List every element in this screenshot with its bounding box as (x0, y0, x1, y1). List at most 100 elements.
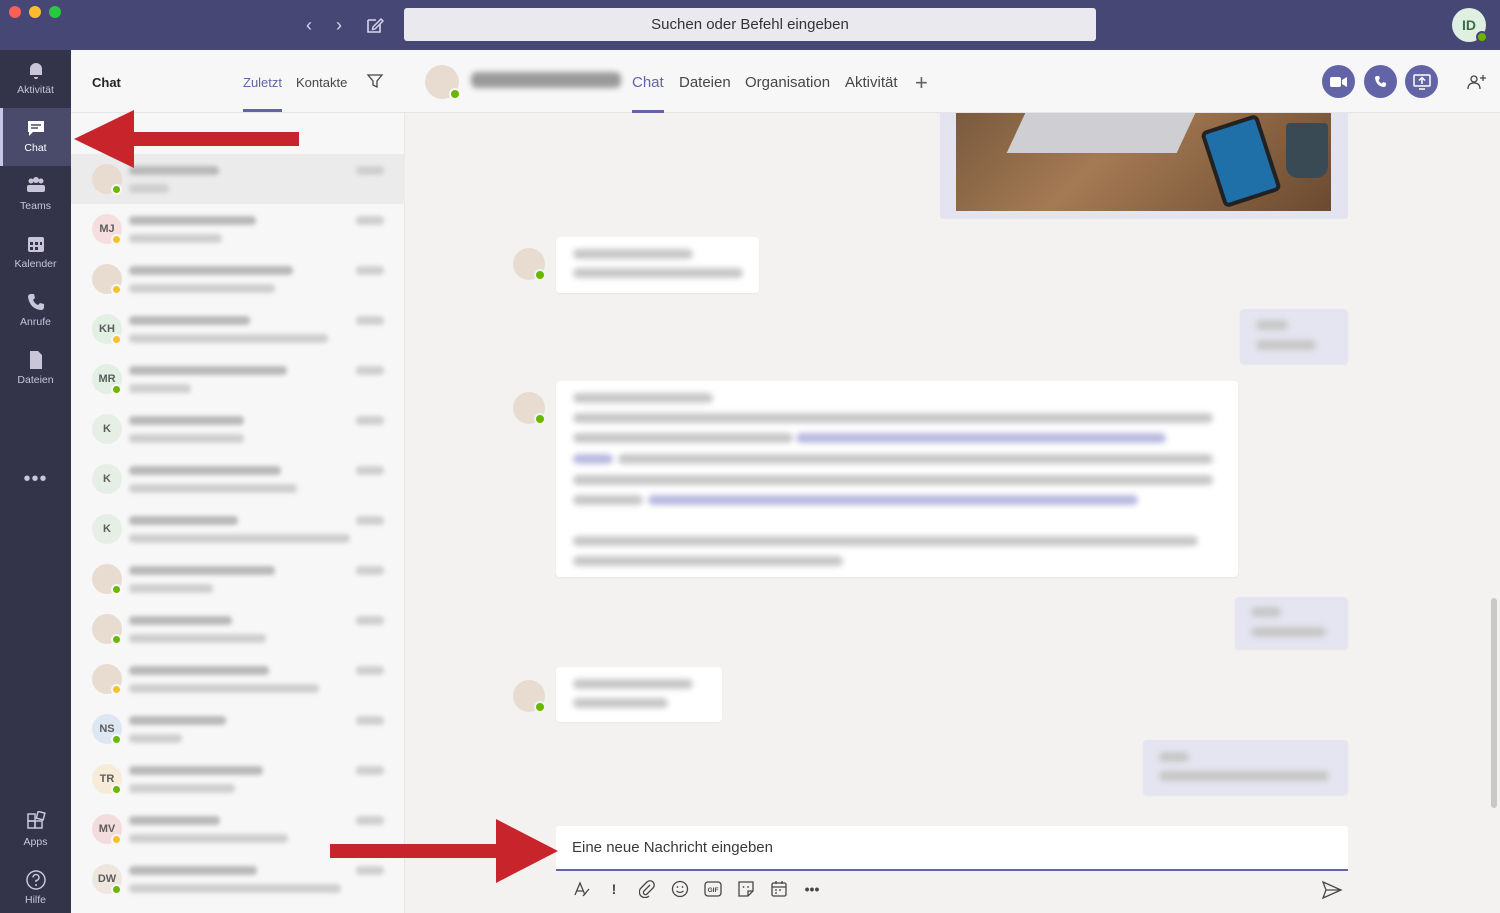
message-avatar[interactable] (513, 392, 546, 425)
message-avatar[interactable] (513, 680, 546, 713)
shared-image-message[interactable] (940, 113, 1348, 219)
contact-name-blurred (129, 816, 220, 825)
chat-list-pane: Chat Zuletzt Kontakte MJ KH MR K K K NS TR MV DW (71, 50, 405, 913)
more-options-icon[interactable]: ••• (801, 878, 823, 900)
rail-item-files[interactable]: Dateien (0, 340, 71, 398)
presence-status-icon (111, 384, 122, 395)
presence-status-icon (111, 834, 122, 845)
message-avatar[interactable] (513, 248, 546, 281)
video-camera-icon (1330, 76, 1347, 87)
timestamp-blurred (356, 266, 384, 275)
audio-call-button[interactable] (1364, 65, 1397, 98)
tab-recent[interactable]: Zuletzt (243, 75, 283, 112)
presence-status-icon (111, 884, 122, 895)
rail-item-label: Dateien (17, 374, 54, 386)
rail-item-help[interactable]: Hilfe (0, 860, 71, 913)
app-rail: Aktivität Chat Teams Kalender Anrufe Dat… (0, 50, 71, 913)
contact-name-blurred (129, 716, 226, 725)
tab-files[interactable]: Dateien (679, 74, 731, 91)
presence-status-icon (111, 234, 122, 245)
rail-item-chat[interactable]: Chat (0, 108, 71, 166)
send-icon[interactable] (1321, 879, 1343, 901)
more-apps-icon[interactable]: ••• (0, 468, 71, 491)
contact-name-blurred (129, 616, 232, 625)
chat-list-item[interactable] (71, 554, 405, 604)
rail-item-apps[interactable]: Apps (0, 802, 71, 860)
rail-item-teams[interactable]: Teams (0, 166, 71, 224)
chat-list-item[interactable]: TR (71, 754, 405, 804)
forward-chevron-icon[interactable]: › (328, 14, 350, 36)
message-preview-blurred (129, 334, 328, 343)
message-bubble (556, 667, 722, 722)
tab-chat[interactable]: Chat (632, 74, 664, 113)
user-avatar[interactable]: ID (1452, 8, 1488, 43)
own-message-bubble (1143, 740, 1348, 795)
shared-image[interactable] (956, 113, 1331, 211)
rail-item-label: Hilfe (24, 894, 46, 906)
format-icon[interactable] (570, 878, 592, 900)
message-preview-blurred (129, 484, 297, 493)
timestamp-blurred (356, 466, 384, 475)
add-tab-icon[interactable]: + (915, 70, 928, 96)
close-window-button[interactable] (9, 6, 21, 18)
chat-list-item[interactable] (71, 254, 405, 304)
chat-list-item[interactable]: K (71, 404, 405, 454)
presence-status-icon (111, 684, 122, 695)
chat-list-item[interactable] (71, 604, 405, 654)
new-chat-icon[interactable] (364, 14, 386, 36)
message-preview-blurred (129, 784, 235, 793)
presence-status-icon (111, 584, 122, 595)
own-message-bubble (1235, 597, 1348, 649)
chat-list-item[interactable]: MJ (71, 204, 405, 254)
message-preview-blurred (129, 184, 169, 193)
presence-status-icon (1476, 31, 1488, 43)
chat-list-item[interactable]: MR (71, 354, 405, 404)
rail-item-activity[interactable]: Aktivität (0, 50, 71, 108)
message-bubble (556, 381, 1238, 577)
back-chevron-icon[interactable]: ‹ (298, 14, 320, 36)
chat-list-item[interactable]: NS (71, 704, 405, 754)
video-call-button[interactable] (1322, 65, 1355, 98)
priority-icon[interactable]: ! (603, 878, 625, 900)
message-preview-blurred (129, 534, 350, 543)
scrollbar[interactable] (1491, 598, 1497, 808)
filter-icon[interactable] (366, 72, 384, 90)
chat-list-item[interactable]: K (71, 504, 405, 554)
sticker-icon[interactable] (735, 878, 757, 900)
search-input[interactable]: Suchen oder Befehl eingeben (404, 8, 1096, 41)
minimize-window-button[interactable] (29, 6, 41, 18)
contact-name-blurred (129, 216, 256, 225)
compose-box[interactable] (556, 826, 1348, 871)
screen-share-button[interactable] (1405, 65, 1438, 98)
presence-status-icon (111, 734, 122, 745)
tab-activity[interactable]: Aktivität (845, 74, 898, 91)
rail-item-label: Aktivität (17, 84, 54, 96)
message-input[interactable] (572, 839, 1312, 856)
timestamp-blurred (356, 766, 384, 775)
schedule-meeting-icon[interactable] (768, 878, 790, 900)
add-people-icon[interactable] (1467, 72, 1487, 92)
contact-name-blurred (129, 316, 250, 325)
timestamp-blurred (356, 166, 384, 175)
chat-list-item[interactable]: K (71, 454, 405, 504)
rail-item-label: Anrufe (20, 316, 51, 328)
rail-item-calendar[interactable]: Kalender (0, 224, 71, 282)
avatar: K (92, 464, 122, 494)
chat-list-item[interactable]: KH (71, 304, 405, 354)
gif-icon[interactable]: GIF (702, 878, 724, 900)
compose-toolbar: ! GIF ••• (570, 878, 823, 902)
presence-status-icon (449, 88, 461, 100)
presence-status-icon (111, 184, 122, 195)
rail-item-label: Apps (23, 836, 48, 848)
conversation-header: Chat Dateien Organisation Aktivität + (405, 50, 1500, 113)
tab-organisation[interactable]: Organisation (745, 74, 830, 91)
tab-contacts[interactable]: Kontakte (296, 75, 347, 90)
message-preview-blurred (129, 684, 319, 693)
attach-icon[interactable] (636, 878, 658, 900)
chat-list-item[interactable] (71, 654, 405, 704)
zoom-window-button[interactable] (49, 6, 61, 18)
svg-text:GIF: GIF (708, 887, 719, 894)
file-icon (29, 351, 42, 369)
rail-item-calls[interactable]: Anrufe (0, 282, 71, 340)
emoji-icon[interactable] (669, 878, 691, 900)
